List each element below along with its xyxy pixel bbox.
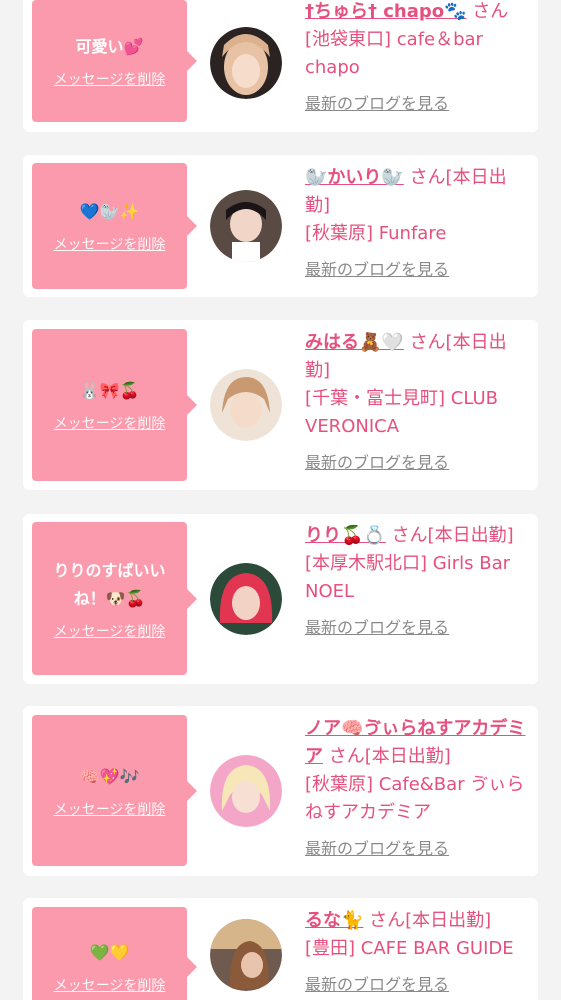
- latest-blog-link[interactable]: 最新のブログを見る: [305, 256, 531, 284]
- message-bubble: 🧠💖🎶 メッセージを削除: [32, 715, 197, 866]
- message-bubble: りりのすばいいね！🐶🍒 メッセージを削除: [32, 522, 197, 675]
- message-bubble: 🐰🎀🍒 メッセージを削除: [32, 329, 197, 481]
- message-card: りりのすばいいね！🐶🍒 メッセージを削除 りり🍒💍 さん[本日出勤] [本厚木駅…: [23, 514, 538, 684]
- message-card: 💚💛 メッセージを削除 るな🐈 さん[本日出勤] [豊田] CAFE BAR G…: [23, 898, 538, 1000]
- message-bubble: 💚💛 メッセージを削除: [32, 907, 197, 1000]
- avatar[interactable]: [210, 755, 282, 827]
- shop-name: [本厚木駅北口] Girls Bar NOEL: [305, 553, 510, 602]
- message-card: 💙🦭✨ メッセージを削除 🦭かいり🦭 さん[本日出勤] [秋葉原] Funfar…: [23, 155, 538, 297]
- profile-info: りり🍒💍 さん[本日出勤] [本厚木駅北口] Girls Bar NOEL 最新…: [305, 522, 531, 642]
- honorific-suffix: さん[本日出勤]: [328, 746, 451, 767]
- honorific-suffix: さん[本日出勤]: [391, 525, 514, 546]
- message-text: 💚💛: [89, 943, 130, 962]
- profile-name-link[interactable]: みはる🧸🤍: [305, 332, 404, 353]
- shop-name: [秋葉原] Cafe&Bar ゔぃらねすアカデミア: [305, 774, 525, 823]
- message-bubble: 💙🦭✨ メッセージを削除: [32, 163, 197, 289]
- shop-name: [秋葉原] Funfare: [305, 223, 447, 244]
- honorific-suffix: さん: [472, 1, 509, 22]
- profile-info: ノア🧠ゔぃらねすアカデミア さん[本日出勤] [秋葉原] Cafe&Bar ゔぃ…: [305, 715, 531, 863]
- message-list: 可愛い💕 メッセージを削除 †ちゅら† chapo🐾 さん [池袋東口] caf…: [0, 0, 561, 1000]
- avatar[interactable]: [210, 369, 282, 441]
- message-text: 可愛い💕: [75, 37, 144, 56]
- profile-info: るな🐈 さん[本日出勤] [豊田] CAFE BAR GUIDE 最新のブログを…: [305, 907, 531, 999]
- profile-name-link[interactable]: るな🐈: [305, 910, 363, 931]
- latest-blog-link[interactable]: 最新のブログを見る: [305, 90, 531, 118]
- delete-message-link[interactable]: メッセージを削除: [54, 234, 166, 254]
- delete-message-link[interactable]: メッセージを削除: [54, 799, 166, 819]
- profile-name-link[interactable]: りり🍒💍: [305, 525, 386, 546]
- profile-info: 🦭かいり🦭 さん[本日出勤] [秋葉原] Funfare 最新のブログを見る: [305, 164, 531, 284]
- delete-message-link[interactable]: メッセージを削除: [54, 621, 166, 641]
- profile-name-link[interactable]: 🦭かいり🦭: [305, 167, 404, 188]
- avatar[interactable]: [210, 563, 282, 635]
- delete-message-link[interactable]: メッセージを削除: [54, 69, 166, 89]
- shop-name: [豊田] CAFE BAR GUIDE: [305, 938, 514, 959]
- latest-blog-link[interactable]: 最新のブログを見る: [305, 971, 531, 999]
- profile-name-link[interactable]: †ちゅら† chapo🐾: [305, 1, 467, 22]
- shop-name: [池袋東口] cafe＆bar chapo: [305, 29, 483, 78]
- message-text: 🐰🎀🍒: [79, 381, 140, 400]
- honorific-suffix: さん[本日出勤]: [369, 910, 492, 931]
- latest-blog-link[interactable]: 最新のブログを見る: [305, 835, 531, 863]
- message-text: 💙🦭✨: [79, 202, 140, 221]
- delete-message-link[interactable]: メッセージを削除: [54, 413, 166, 433]
- profile-info: みはる🧸🤍 さん[本日出勤] [千葉・富士見町] CLUB VERONICA 最…: [305, 329, 531, 477]
- message-bubble: 可愛い💕 メッセージを削除: [32, 0, 197, 122]
- latest-blog-link[interactable]: 最新のブログを見る: [305, 449, 531, 477]
- latest-blog-link[interactable]: 最新のブログを見る: [305, 614, 531, 642]
- message-text: りりのすばいいね！🐶🍒: [53, 560, 166, 608]
- shop-name: [千葉・富士見町] CLUB VERONICA: [305, 388, 498, 437]
- avatar[interactable]: [210, 27, 282, 99]
- delete-message-link[interactable]: メッセージを削除: [54, 975, 166, 995]
- message-card: 可愛い💕 メッセージを削除 †ちゅら† chapo🐾 さん [池袋東口] caf…: [23, 0, 538, 132]
- message-text: 🧠💖🎶: [79, 766, 140, 786]
- profile-info: †ちゅら† chapo🐾 さん [池袋東口] cafe＆bar chapo 最新…: [305, 0, 531, 118]
- avatar[interactable]: [210, 190, 282, 262]
- avatar[interactable]: [210, 919, 282, 991]
- message-card: 🧠💖🎶 メッセージを削除 ノア🧠ゔぃらねすアカデミア さん[本日出勤] [秋葉原…: [23, 706, 538, 876]
- message-card: 🐰🎀🍒 メッセージを削除 みはる🧸🤍 さん[本日出勤] [千葉・富士見町] CL…: [23, 320, 538, 490]
